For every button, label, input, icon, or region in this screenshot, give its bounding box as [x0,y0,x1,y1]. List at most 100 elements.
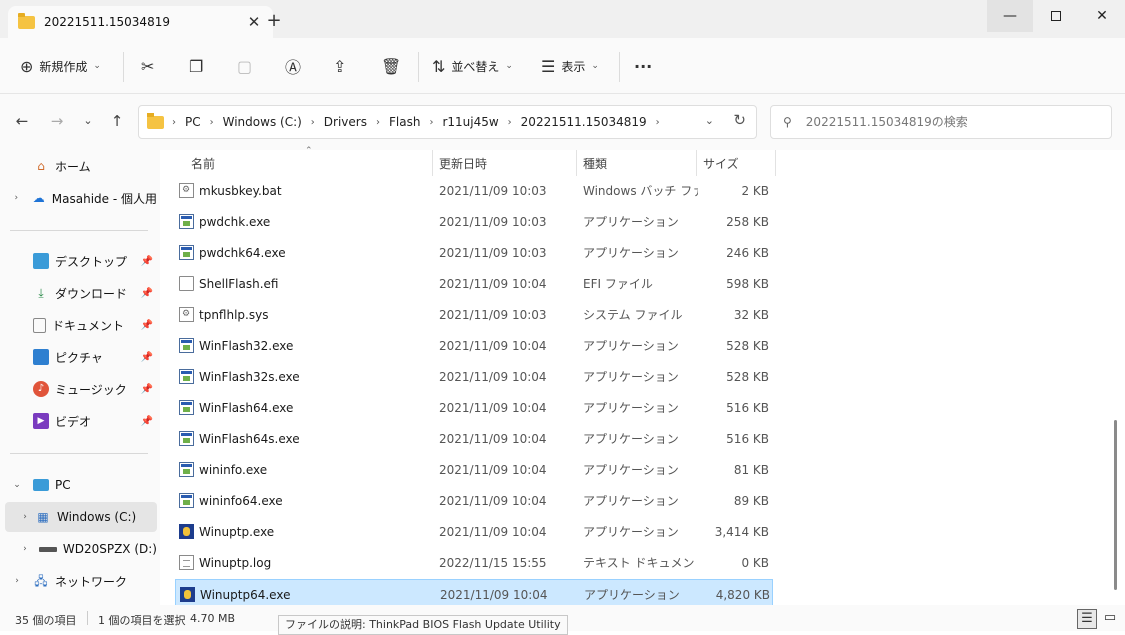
expand-chevron-icon[interactable]: › [11,193,22,203]
column-divider[interactable] [576,150,577,176]
minimize-icon: — [1003,8,1017,24]
file-row[interactable]: WinFlash64s.exe 2021/11/09 10:04 アプリケーション 5… [175,424,773,454]
column-header-name[interactable]: 名前 [191,150,215,176]
sort-icon: ⇅ [432,56,446,76]
share-button[interactable]: ⇪ [333,38,346,94]
back-button[interactable]: ← [12,112,32,130]
paste-button[interactable]: ▢ [237,38,252,94]
close-button[interactable]: ✕ [1079,0,1125,32]
delete-button[interactable]: 🗑 [381,38,401,94]
file-name: tpnflhlp.sys [199,308,269,322]
column-header-label: 更新日時 [439,156,488,171]
large-icons-view-button[interactable]: ▭ [1100,609,1120,629]
file-exe-icon [179,245,194,260]
refresh-icon[interactable]: ↻ [733,111,746,129]
file-sys-icon [179,307,194,322]
nav-item-desktop[interactable]: デスクトップ 📌 [5,246,157,276]
up-button[interactable]: ↑ [107,112,127,130]
breadcrumb-chevron-icon[interactable]: › [376,117,380,128]
search-input[interactable] [803,114,1094,130]
breadcrumb-chevron-icon: › [172,116,176,128]
column-header-size[interactable]: サイズ [703,150,739,176]
breadcrumb-chevron-icon[interactable]: › [429,117,433,128]
sort-label: 並べ替え [451,59,500,74]
minimize-button[interactable]: — [987,0,1033,32]
file-date: 2021/11/09 10:04 [439,463,547,477]
file-row[interactable]: WinFlash64.exe 2021/11/09 10:04 アプリケーション 51… [175,393,773,423]
pin-icon[interactable]: 📌 [141,256,153,267]
pin-icon[interactable]: 📌 [141,288,153,299]
file-row[interactable]: pwdchk.exe 2021/11/09 10:03 アプリケーション 258 KB [175,207,773,237]
file-row[interactable]: ShellFlash.efi 2021/11/09 10:04 EFI ファイル 59… [175,269,773,299]
nav-item-documents[interactable]: ドキュメント 📌 [5,310,157,340]
file-row[interactable]: WinFlash32.exe 2021/11/09 10:04 アプリケーション 52… [175,331,773,361]
column-header-type[interactable]: 種類 [583,150,607,176]
file-doc-icon [179,276,194,291]
file-row[interactable]: wininfo64.exe 2021/11/09 10:04 アプリケーション 89 … [175,486,773,516]
copy-button[interactable]: ❐ [189,38,203,94]
tab-current-folder[interactable]: 20221511.15034819 ✕ [8,6,273,38]
address-bar[interactable]: › PC › Windows (C:) › Drivers › Flash › … [138,105,757,139]
breadcrumb-chevron-icon[interactable]: › [311,117,315,128]
nav-item-home[interactable]: ⌂ ホーム [5,151,157,181]
nav-item-videos[interactable]: ▶ ビデオ 📌 [5,406,157,436]
breadcrumb-flash[interactable]: Flash [389,115,420,129]
view-button[interactable]: ☰ 表示 ⌄ [541,38,599,94]
nav-item-drive-d[interactable]: › WD20SPZX (D:) [5,534,157,564]
nav-item-drive-c[interactable]: › ▦ Windows (C:) [5,502,157,532]
sort-button[interactable]: ⇅ 並べ替え ⌄ [432,38,513,94]
new-tab-button[interactable]: + [264,11,284,31]
more-icon: ··· [634,56,653,76]
column-header-date[interactable]: 更新日時 [439,150,487,176]
breadcrumb-pc[interactable]: PC [185,115,201,129]
address-history-chevron-icon[interactable]: ⌄ [705,114,714,127]
file-exe-icon [179,338,194,353]
new-button[interactable]: ⊕ 新規作成 ⌄ [20,38,101,94]
file-row[interactable]: mkusbkey.bat 2021/11/09 10:03 Windows バッチ … [175,176,773,206]
nav-item-pictures[interactable]: ピクチャ 📌 [5,342,157,372]
nav-item-pc[interactable]: ⌄ PC [5,470,157,500]
nav-item-downloads[interactable]: ⤓ ダウンロード 📌 [5,278,157,308]
nav-item-music[interactable]: ♪ ミュージック 📌 [5,374,157,404]
column-divider[interactable] [696,150,697,176]
file-type: アプリケーション [583,246,679,260]
scrollbar-thumb[interactable] [1114,420,1117,590]
more-button[interactable]: ··· [634,38,652,94]
details-view-button[interactable]: ☰ [1077,609,1097,629]
expand-chevron-icon[interactable]: › [11,576,23,586]
forward-button[interactable]: → [47,112,67,130]
file-row[interactable]: WinFlash32s.exe 2021/11/09 10:04 アプリケーション 5… [175,362,773,392]
file-row[interactable]: wininfo.exe 2021/11/09 10:04 アプリケーション 81 KB [175,455,773,485]
file-row[interactable]: tpnflhlp.sys 2021/11/09 10:03 システム ファイル 32 … [175,300,773,330]
expand-chevron-icon[interactable]: › [19,512,31,522]
file-row[interactable]: Winuptp.exe 2021/11/09 10:04 アプリケーション 3,414… [175,517,773,547]
column-divider[interactable] [432,150,433,176]
rename-button[interactable]: Ⓐ [285,38,301,94]
breadcrumb-current[interactable]: 20221511.15034819 [521,115,647,129]
tab-close-icon[interactable]: ✕ [243,13,265,31]
pin-icon[interactable]: 📌 [141,352,153,363]
breadcrumb-chevron-icon[interactable]: › [508,117,512,128]
file-date: 2021/11/09 10:04 [439,339,547,353]
pin-icon[interactable]: 📌 [141,416,153,427]
search-box[interactable]: ⚲ [770,105,1112,139]
breadcrumb-drivers[interactable]: Drivers [324,115,367,129]
nav-item-onedrive[interactable]: › ☁ Masahide - 個人用 [5,183,158,213]
maximize-button[interactable] [1033,0,1079,32]
pin-icon[interactable]: 📌 [141,320,153,331]
column-divider[interactable] [775,150,776,176]
file-row[interactable]: pwdchk64.exe 2021/11/09 10:03 アプリケーション 246 … [175,238,773,268]
breadcrumb-drive-c[interactable]: Windows (C:) [223,115,302,129]
chevron-down-icon: ⌄ [505,61,513,71]
breadcrumb-chevron-icon[interactable]: › [210,117,214,128]
recent-locations-button[interactable]: ⌄ [78,114,98,127]
breadcrumb-r11uj45w[interactable]: r11uj45w [442,115,498,129]
pin-icon[interactable]: 📌 [141,384,153,395]
collapse-chevron-icon[interactable]: ⌄ [11,480,23,490]
file-row[interactable]: Winuptp.log 2022/11/15 15:55 テキスト ドキュメント 0 … [175,548,773,578]
file-list: 名前 ⌃ 更新日時 種類 サイズ mkusbkey.bat 2021/11/09 … [160,146,1125,609]
nav-item-network[interactable]: › 🖧 ネットワーク [5,566,157,596]
breadcrumb-chevron-icon[interactable]: › [656,117,660,128]
expand-chevron-icon[interactable]: › [19,544,31,554]
cut-button[interactable]: ✂ [141,38,154,94]
